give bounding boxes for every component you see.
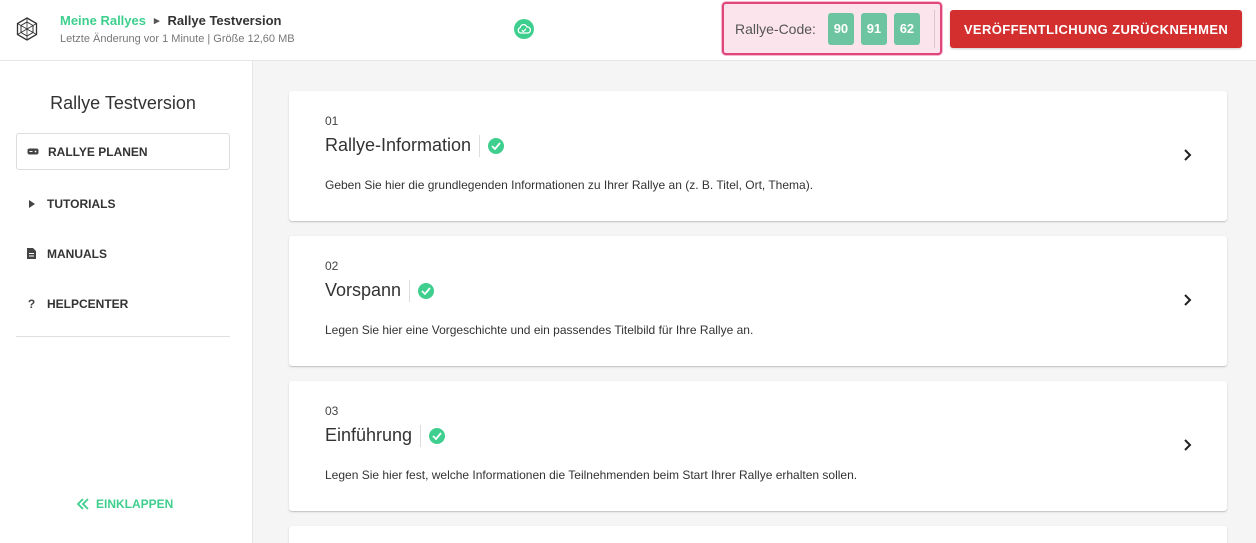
breadcrumb-link-my-rallyes[interactable]: Meine Rallyes [60,13,146,28]
card-title-row: Rallye-Information [325,133,505,158]
section-card-einfuehrung[interactable]: 03 Einführung Legen Sie hier fest, welch… [289,381,1227,511]
card-description: Legen Sie hier fest, welche Informatione… [325,468,858,482]
top-header: Meine Rallyes ▸ Rallye Testversion Letzt… [0,0,1256,61]
last-change-meta: Letzte Änderung vor 1 Minute | Größe 12,… [60,33,295,45]
breadcrumb-current: Rallye Testversion [167,13,282,28]
sidebar-divider [16,336,230,337]
section-card-rallye-information[interactable]: 01 Rallye-Information Geben Sie hier die… [289,91,1227,221]
card-number: 01 [325,114,339,128]
section-card-next[interactable] [289,526,1227,543]
play-icon [16,199,47,208]
check-circle-icon [418,282,435,299]
sidebar-item-helpcenter[interactable]: ? HELPCENTER [16,285,230,322]
rallye-code-label: Rallye-Code: [735,20,816,37]
title-divider [409,279,411,302]
double-chevron-left-icon [76,498,89,510]
chevron-right-icon[interactable] [1181,438,1195,452]
sidebar-item-manuals[interactable]: MANUALS [16,235,230,272]
gamepad-icon [17,148,48,155]
sidebar-item-label: RALLYE PLANEN [48,144,148,159]
card-title-row: Vorspann [325,278,435,303]
app-logo-icon[interactable] [15,17,39,41]
card-title-row: Einführung [325,423,446,448]
sidebar-item-label: MANUALS [47,246,107,261]
card-description: Legen Sie hier eine Vorgeschichte und ei… [325,323,754,337]
title-divider [420,424,422,447]
unpublish-button[interactable]: VERÖFFENTLICHUNG ZURÜCKNEHMEN [950,10,1242,48]
chevron-right-icon[interactable] [1181,148,1195,162]
question-icon: ? [27,296,36,311]
chevron-right-icon[interactable] [1181,293,1195,307]
sidebar-item-label: TUTORIALS [47,196,116,211]
sidebar-item-rallye-planen[interactable]: RALLYE PLANEN [16,133,230,170]
sidebar: Rallye Testversion RALLYE PLANEN TUTORIA… [0,61,253,543]
collapse-label: EINKLAPPEN [96,497,174,511]
rallye-code-digit: 90 [827,12,854,45]
sidebar-item-label: HELPCENTER [47,296,129,311]
document-icon [16,248,47,259]
code-divider [933,9,935,48]
card-description: Geben Sie hier die grundlegenden Informa… [325,178,814,192]
card-title: Vorspann [325,280,402,300]
sidebar-title: Rallye Testversion [50,93,196,113]
collapse-sidebar-button[interactable]: EINKLAPPEN [76,497,173,511]
breadcrumb: Meine Rallyes ▸ Rallye Testversion [60,13,281,28]
rallye-code-box: Rallye-Code: 90 91 62 [722,2,942,55]
section-card-vorspann[interactable]: 02 Vorspann Legen Sie hier eine Vorgesch… [289,236,1227,366]
check-circle-icon [488,137,505,154]
cloud-sync-icon [514,19,534,39]
card-title: Einführung [325,425,413,445]
rallye-code-digit: 62 [893,12,920,45]
card-number: 03 [325,404,339,418]
card-number: 02 [325,259,339,273]
title-divider [479,134,481,157]
card-title: Rallye-Information [325,135,472,155]
rallye-code-digit: 91 [860,12,887,45]
check-circle-icon [429,427,446,444]
sidebar-item-tutorials[interactable]: TUTORIALS [16,185,230,222]
chevron-right-icon: ▸ [154,15,160,27]
